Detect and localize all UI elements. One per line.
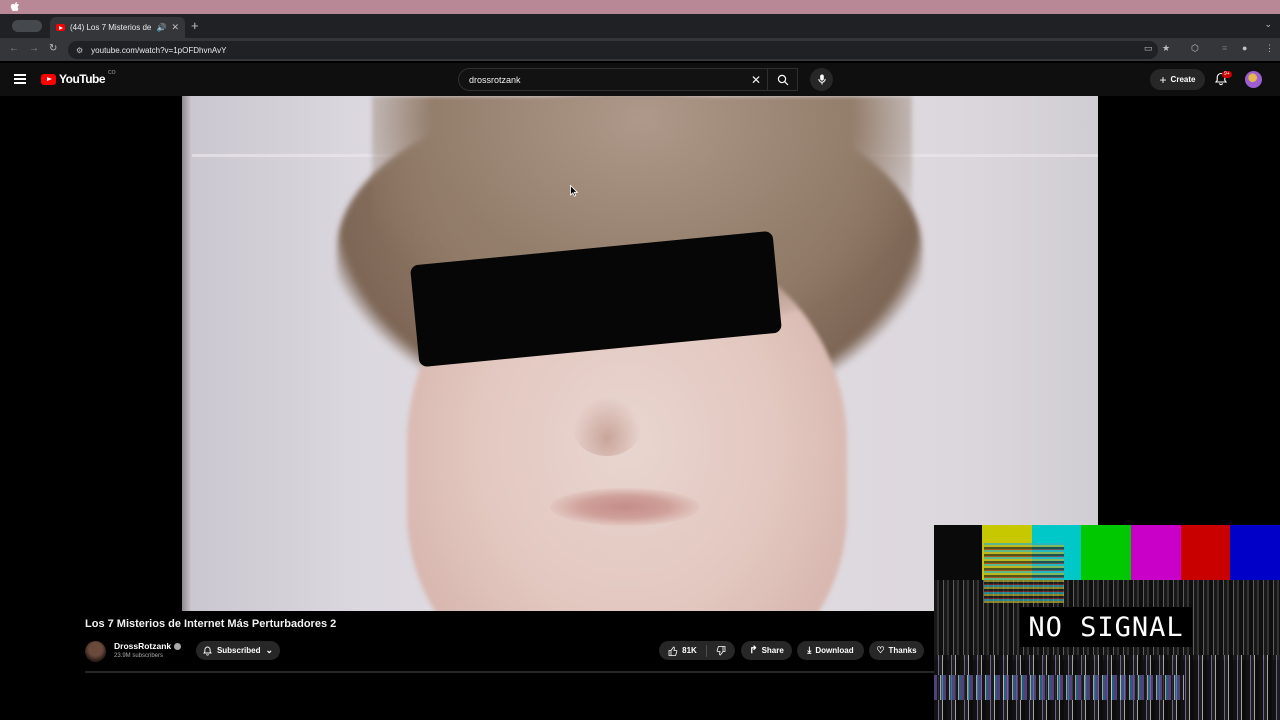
verified-badge-icon [174,642,182,650]
thanks-label: Thanks [888,646,917,655]
browser-tab-active[interactable]: (44) Los 7 Misterios de In 🔊 ✕ [50,17,185,38]
logo-country-code: CO [108,70,116,76]
chevron-down-icon: ⌄ [265,645,274,655]
download-icon: ⤓ [807,645,812,655]
address-bar[interactable]: ⚙ youtube.com/watch?v=1pOFDhvnAvY [68,41,1158,59]
plus-icon: + [1159,72,1167,87]
notification-count-badge: 9+ [1222,71,1232,78]
search-query: drossrotzank [469,74,521,85]
voice-search-button[interactable] [810,68,833,91]
site-info-icon[interactable]: ⚙ [76,46,83,55]
share-icon: ↱ [749,645,758,656]
subscribed-button[interactable]: Subscribed ⌄ [196,641,280,660]
glitch-stripe [934,675,1184,700]
no-signal-label: NO SIGNAL [1020,607,1192,647]
like-divider [705,644,707,657]
hamburger-menu-icon[interactable] [14,74,26,84]
mouth-shape [550,488,700,526]
youtube-masthead: YouTube CO drossrotzank ✕ + Create 9+ [0,63,1280,96]
account-avatar[interactable] [1245,71,1262,88]
reload-icon[interactable]: ↻ [49,43,57,54]
video-title: Los 7 Misterios de Internet Más Perturba… [85,618,337,630]
extensions-icon[interactable]: ⬡ [1191,43,1199,54]
super-thanks-icon: ♡ [876,645,885,655]
apple-icon[interactable] [10,1,20,12]
bell-icon [203,646,212,655]
create-button[interactable]: + Create [1150,69,1205,90]
share-button[interactable]: ↱ Share [741,641,792,660]
channel-name[interactable]: DrossRotzank [114,641,182,651]
color-bar [1081,525,1132,580]
clear-search-icon[interactable]: ✕ [751,73,761,87]
channel-name-text: DrossRotzank [114,641,172,651]
profile-icon[interactable]: ● [1242,43,1247,53]
close-icon[interactable]: ✕ [171,22,179,33]
youtube-favicon-icon [56,24,65,31]
glitch-block [984,543,1064,603]
video-frame-edge [182,96,192,611]
share-label: Share [761,646,784,655]
reading-list-icon[interactable]: ≡ [1222,43,1227,53]
os-menu-bar [0,0,1280,14]
microphone-icon [817,74,826,85]
like-count[interactable]: 81K [682,646,697,655]
browser-tab-strip: (44) Los 7 Misterios de In 🔊 ✕ + ⌄ [0,14,1280,38]
channel-avatar[interactable] [85,641,106,662]
color-bar [1180,525,1231,580]
tab-title: (44) Los 7 Misterios de In [70,23,152,32]
download-label: Download [815,646,854,655]
search-input[interactable]: drossrotzank ✕ [458,68,798,91]
thumbs-up-icon[interactable] [668,646,678,656]
browser-toolbar: ← → ↻ ⚙ youtube.com/watch?v=1pOFDhvnAvY … [0,38,1280,62]
kebab-menu-icon[interactable]: ⋮ [1265,43,1274,54]
thanks-button[interactable]: ♡ Thanks [869,641,924,660]
create-label: Create [1170,75,1196,84]
search-button[interactable] [767,68,798,91]
mouse-cursor-icon [570,185,578,197]
logo-wordmark: YouTube [59,72,106,86]
speaker-icon[interactable]: 🔊 [156,23,166,32]
download-button[interactable]: ⤓ Download [797,641,864,660]
color-bar [1131,525,1181,580]
youtube-play-icon [41,73,56,85]
url-text: youtube.com/watch?v=1pOFDhvnAvY [91,45,227,55]
bookmark-star-icon[interactable]: ★ [1162,43,1170,54]
subscriber-count: 23.9M subscribers [114,653,164,659]
color-bar [1230,525,1280,580]
search-icon [777,74,789,85]
youtube-logo[interactable]: YouTube CO [41,70,116,86]
nose-shape [572,396,642,456]
thumbs-down-icon[interactable] [716,645,726,656]
back-arrow-icon[interactable]: ← [9,43,19,54]
tab-search-chevron-icon[interactable]: ⌄ [1264,19,1272,30]
subscribed-label: Subscribed [216,646,261,655]
description-box-edge [85,671,934,673]
like-dislike-group: 81K [659,641,735,660]
forward-arrow-icon[interactable]: → [29,43,39,54]
new-tab-button[interactable]: + [191,18,199,33]
cast-icon[interactable]: ▭ [1144,43,1153,54]
no-signal-overlay: NO SIGNAL [934,525,1280,720]
tab-group-chip[interactable] [12,20,42,32]
